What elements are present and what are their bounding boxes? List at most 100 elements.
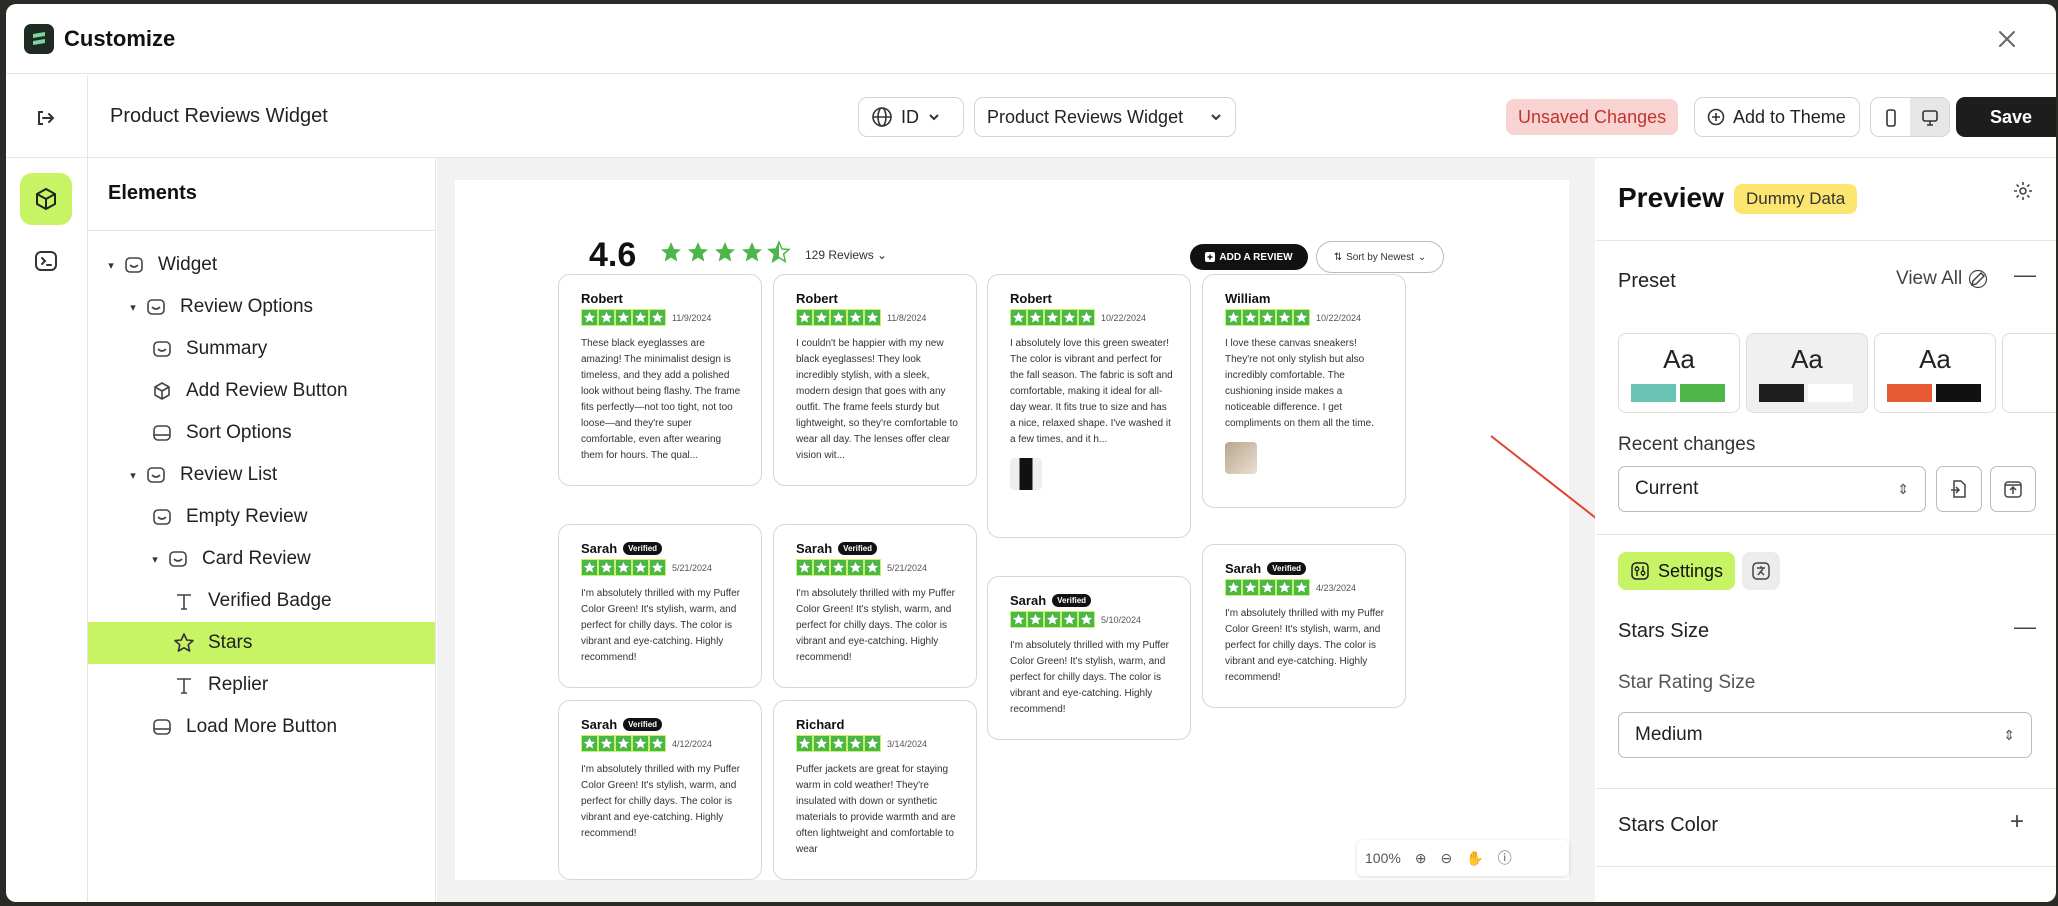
elements-rail-button[interactable] [20,173,72,225]
tree-item-replier[interactable]: Replier [88,664,435,706]
chevron-down-icon [929,114,939,121]
star-rating-size-select[interactable]: Medium ⇕ [1618,712,2032,758]
tree-item-label: Load More Button [186,716,338,737]
settings-tab[interactable]: Settings [1618,552,1736,590]
app-logo-icon [24,24,54,54]
dummy-data-badge: Dummy Data [1734,184,1858,214]
panel-divider [1596,788,2056,789]
customize-window: Customize Product Reviews Widget ID Prod… [6,4,2056,902]
swatch [1631,384,1676,402]
mobile-view-button[interactable] [1871,98,1910,136]
swatch [1680,384,1725,402]
widget-select-value: Product Reviews Widget [987,106,1184,127]
swatch [1759,384,1804,402]
section-icon [150,337,174,361]
upload-icon [2004,481,2022,498]
preset-card[interactable]: Aa [1618,333,1740,413]
tree-item-label: Summary [186,338,268,359]
caret-down-icon[interactable]: ▾ [106,259,116,272]
import-button[interactable] [1936,466,1982,512]
plus-circle-icon [1707,108,1725,126]
panel-divider [1596,866,2056,867]
gear-icon[interactable] [2012,180,2034,207]
preset-sample: Aa [1791,344,1823,374]
text-icon [172,589,196,613]
view-all-link[interactable]: View All [1896,268,1988,290]
tree-item-review-options[interactable]: ▾ Review Options [88,286,435,328]
code-rail-button[interactable] [20,235,72,287]
tree-item-empty-review[interactable]: Empty Review [88,496,435,538]
tree-item-widget[interactable]: ▾ Widget [88,244,435,286]
edit-icon [1969,269,1988,289]
language-select[interactable]: ID [858,97,964,137]
section-icon [144,463,168,487]
tree-item-stars[interactable]: Stars [88,622,435,664]
section-icon [122,253,146,277]
save-button[interactable]: Save [1956,97,2056,137]
recent-changes-select[interactable]: Current ⇕ [1618,466,1926,512]
settings-tab-label: Settings [1658,560,1724,581]
tree-item-label: Stars [208,632,253,653]
tree-item-label: Widget [158,254,218,275]
panel-divider [1596,240,2056,241]
caret-down-icon[interactable]: ▾ [128,301,138,314]
file-import-icon [1951,480,1966,498]
tree-item-load-more-button[interactable]: Load More Button [88,706,435,748]
section-icon [144,295,168,319]
tree-item-review-list[interactable]: ▾ Review List [88,454,435,496]
widget-select[interactable]: Product Reviews Widget [974,97,1236,137]
recent-changes-label: Recent changes [1618,434,1756,455]
page-title: Product Reviews Widget [110,105,328,127]
preset-card[interactable] [2002,333,2056,413]
panel-divider [1596,534,2056,535]
tree-item-label: Review Options [180,296,314,317]
cube-icon [150,379,174,403]
swatch [1808,384,1853,402]
box-icon [150,421,174,445]
app-title: Customize [64,26,176,51]
language-value: ID [901,106,919,127]
preset-card[interactable]: Aa [1746,333,1868,413]
translate-tab[interactable] [1742,552,1780,590]
collapse-stars-size-icon[interactable]: — [2014,614,2036,640]
translate-icon [1752,562,1770,580]
preset-sample: Aa [1663,344,1695,374]
section-icon [166,547,190,571]
swatch [1887,384,1932,402]
title-bar: Customize [6,4,2056,74]
tree-item-card-review[interactable]: ▾ Card Review [88,538,435,580]
exit-icon[interactable] [30,103,60,133]
preset-card[interactable]: Aa [1874,333,1996,413]
collapse-preset-icon[interactable]: — [2014,262,2036,288]
tree-item-label: Review List [180,464,278,485]
chevron-down-icon [1211,114,1221,121]
section-icon [150,505,174,529]
export-button[interactable] [1990,466,2036,512]
view-all-label: View All [1896,268,1963,289]
add-to-theme-label: Add to Theme [1733,106,1846,127]
unsaved-changes-badge: Unsaved Changes [1506,99,1679,135]
caret-down-icon[interactable]: ▾ [128,469,138,482]
desktop-view-button[interactable] [1910,98,1949,136]
preset-sample: Aa [1919,344,1951,374]
tree-item-label: Empty Review [186,506,308,527]
tree-item-label: Card Review [202,548,311,569]
star-rating-size-value: Medium [1635,724,1703,745]
add-to-theme-button[interactable]: Add to Theme [1694,97,1860,137]
left-rail [6,75,88,902]
tree-item-summary[interactable]: Summary [88,328,435,370]
tree-item-label: Verified Badge [208,590,332,611]
top-toolbar: Product Reviews Widget ID Product Review… [88,75,2056,158]
sidebar-title: Elements [108,182,197,204]
preview-canvas: 4.6 129 Reviews ⌄ ADD A REVIEW ⇅ Sort by… [437,158,1595,902]
stars-color-title: Stars Color [1618,814,1719,836]
tree-item-verified-badge[interactable]: Verified Badge [88,580,435,622]
expand-stars-color-icon[interactable]: + [2010,808,2024,836]
updown-icon: ⇕ [1897,480,1909,497]
tree-item-add-review-button[interactable]: Add Review Button [88,370,435,412]
tree-item-sort-options[interactable]: Sort Options [88,412,435,454]
caret-down-icon[interactable]: ▾ [150,553,160,566]
mobile-icon [1885,109,1896,127]
swatch [1936,384,1981,402]
close-icon[interactable] [1994,26,2020,52]
